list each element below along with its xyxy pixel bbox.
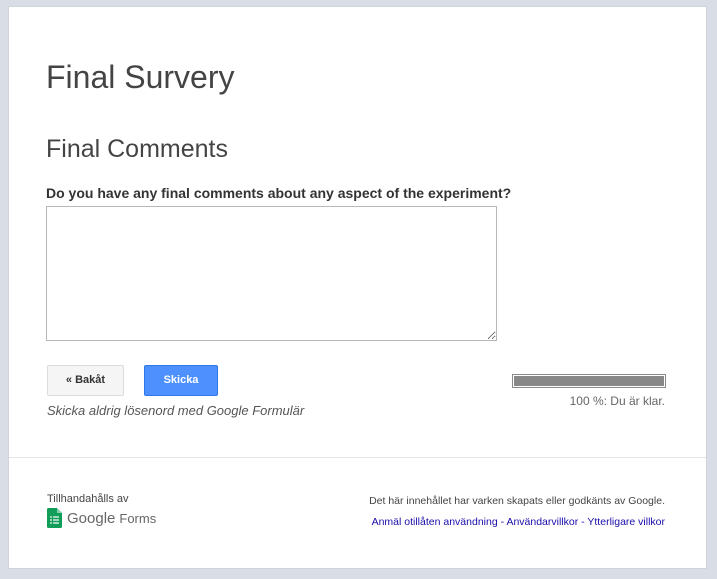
submit-button[interactable]: Skicka bbox=[144, 365, 218, 396]
report-abuse-link[interactable]: Anmäl otillåten användning bbox=[372, 516, 498, 528]
final-comments-textarea[interactable] bbox=[46, 206, 497, 341]
section-title: Final Comments bbox=[46, 135, 228, 163]
footer-links: Anmäl otillåten användning - Användarvil… bbox=[372, 516, 665, 528]
question-label: Do you have any final comments about any… bbox=[46, 185, 512, 201]
back-button[interactable]: « Bakåt bbox=[47, 365, 124, 396]
progress-fill bbox=[514, 376, 664, 386]
google-disclaimer: Det här innehållet har varken skapats el… bbox=[369, 495, 665, 507]
powered-by-label: Tillhandahålls av bbox=[47, 493, 129, 505]
form-page: Final Survery Final Comments Do you have… bbox=[8, 6, 707, 569]
google-forms-logo[interactable]: Google Forms bbox=[47, 507, 156, 529]
google-forms-icon bbox=[47, 508, 62, 528]
password-warning: Skicka aldrig lösenord med Google Formul… bbox=[47, 403, 305, 418]
form-title: Final Survery bbox=[46, 59, 235, 95]
logo-google-text: Google bbox=[67, 509, 116, 527]
additional-terms-link[interactable]: Ytterligare villkor bbox=[587, 516, 665, 528]
logo-forms-text: Forms bbox=[119, 510, 157, 526]
progress-label: 100 %: Du är klar. bbox=[569, 394, 665, 408]
terms-link[interactable]: Användarvillkor bbox=[506, 516, 578, 528]
footer-divider bbox=[9, 457, 706, 458]
progress-bar bbox=[512, 374, 666, 388]
